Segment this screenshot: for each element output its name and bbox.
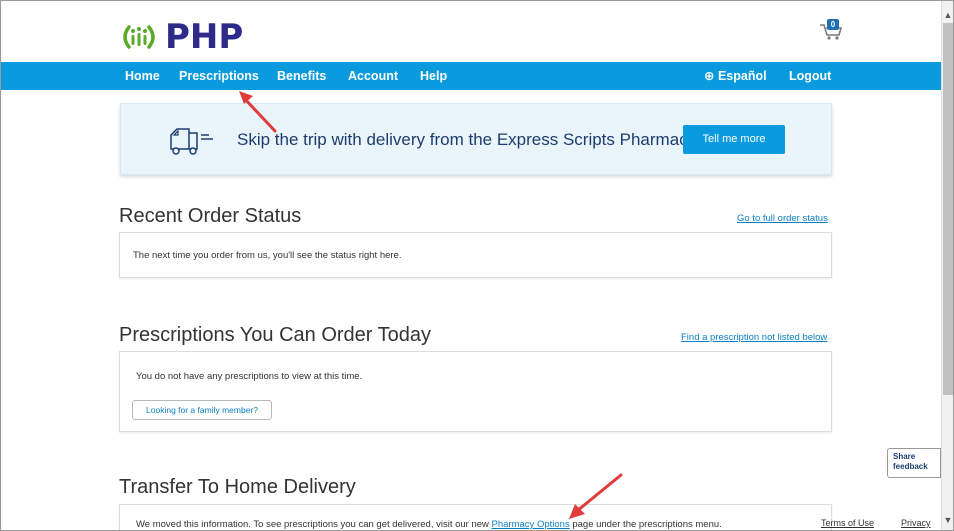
recent-order-card: The next time you order from us, you'll … <box>119 232 832 278</box>
full-order-status-link[interactable]: Go to full order status <box>737 213 828 224</box>
find-prescription-link[interactable]: Find a prescription not listed below <box>681 332 827 343</box>
privacy-link[interactable]: Privacy <box>901 518 931 528</box>
nav-item-logout[interactable]: Logout <box>789 62 831 90</box>
logo-mark-icon <box>123 25 155 49</box>
nav-item-account[interactable]: Account <box>348 62 398 90</box>
recent-order-status-title: Recent Order Status <box>119 205 302 227</box>
delivery-promo-banner: Skip the trip with delivery from the Exp… <box>120 103 832 175</box>
scroll-down-icon[interactable]: ▼ <box>942 514 953 526</box>
pharmacy-options-link[interactable]: Pharmacy Options <box>492 519 570 530</box>
recent-order-message: The next time you order from us, you'll … <box>133 250 402 261</box>
prescriptions-today-title: Prescriptions You Can Order Today <box>119 324 432 346</box>
prescriptions-card: You do not have any prescriptions to vie… <box>119 351 832 432</box>
nav-item-language[interactable]: ⊕ Español <box>704 62 767 90</box>
brand-logo[interactable]: PHP <box>119 15 243 59</box>
nav-item-prescriptions[interactable]: Prescriptions <box>179 62 259 90</box>
family-member-button[interactable]: Looking for a family member? <box>132 400 272 420</box>
prescriptions-message: You do not have any prescriptions to vie… <box>136 371 363 382</box>
scroll-up-icon[interactable]: ▲ <box>942 9 953 21</box>
cart-count-badge: 0 <box>827 19 839 30</box>
transfer-message-start: We moved this information. To see prescr… <box>136 519 492 530</box>
transfer-home-delivery-title: Transfer To Home Delivery <box>119 476 356 498</box>
feedback-line-1: Share <box>893 452 916 461</box>
browser-page: PHP 0 Home Prescriptions Benefits Accoun… <box>0 0 954 531</box>
feedback-line-2: feedback <box>893 462 928 471</box>
banner-message: Skip the trip with delivery from the Exp… <box>237 130 700 149</box>
nav-item-benefits[interactable]: Benefits <box>277 62 326 90</box>
transfer-message-end: page under the prescriptions menu. <box>569 519 722 530</box>
brand-name: PHP <box>165 17 244 57</box>
transfer-message: We moved this information. To see prescr… <box>136 519 722 530</box>
delivery-truck-icon <box>170 128 213 155</box>
share-feedback-tab[interactable]: Share feedback <box>887 448 941 478</box>
transfer-card: We moved this information. To see prescr… <box>119 504 832 530</box>
scrollbar-thumb[interactable] <box>943 23 953 395</box>
terms-of-use-link[interactable]: Terms of Use <box>821 518 874 528</box>
main-navbar: Home Prescriptions Benefits Account Help… <box>1 62 941 90</box>
nav-item-home[interactable]: Home <box>125 62 160 90</box>
nav-item-help[interactable]: Help <box>420 62 447 90</box>
tell-me-more-button[interactable]: Tell me more <box>683 125 785 154</box>
